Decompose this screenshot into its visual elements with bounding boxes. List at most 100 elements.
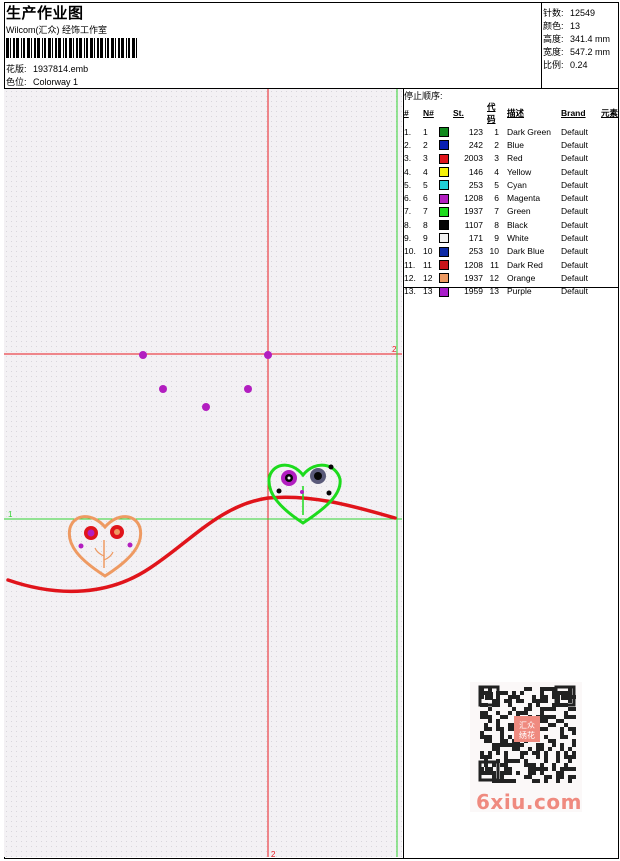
col-swatch-header	[439, 101, 453, 125]
row-index: 7.	[404, 206, 412, 217]
row-needle: 3	[423, 153, 428, 164]
row-index: 9.	[404, 233, 412, 244]
row-code: 9	[494, 233, 499, 244]
row-needle: 12	[423, 272, 433, 283]
table-row: 8. 8 1107 8 Black Default	[404, 218, 618, 231]
row-swatch	[439, 258, 453, 271]
row-swatch	[439, 178, 453, 191]
row-description: Blue	[507, 139, 525, 150]
row-description: Magenta	[507, 193, 541, 204]
row-code: 6	[494, 193, 499, 204]
row-stitches: 123	[468, 126, 483, 137]
row-code: 10	[489, 246, 499, 257]
floret-5	[202, 403, 210, 411]
row-brand: Default	[561, 153, 588, 164]
table-row: 2. 2 242 2 Blue Default	[404, 138, 618, 151]
row-description: Black	[507, 219, 528, 230]
row-index: 10.	[404, 246, 416, 257]
row-index: 8.	[404, 219, 412, 230]
row-code: 8	[494, 219, 499, 230]
color-swatch	[439, 233, 449, 244]
seal-text-top: 汇众	[519, 721, 535, 730]
row-description: Dark Red	[507, 259, 543, 270]
color-swatch	[439, 153, 449, 164]
row-stitches: 1208	[464, 193, 483, 204]
row-description: Dark Blue	[507, 246, 545, 257]
row-needle: 10	[423, 246, 433, 257]
row-index: 4.	[404, 166, 412, 177]
row-swatch	[439, 231, 453, 244]
color-swatch	[439, 127, 449, 138]
table-row: 1. 1 123 1 Dark Green Default	[404, 125, 618, 138]
row-code: 1	[494, 126, 499, 137]
color-swatch	[439, 286, 449, 297]
col-element-header: 元素	[601, 108, 619, 118]
floret-2	[264, 351, 272, 359]
row-needle: 9	[423, 233, 428, 244]
row-description: Green	[507, 206, 531, 217]
qr-code-icon: 汇众 绣花	[478, 685, 576, 783]
row-brand: Default	[561, 166, 588, 177]
color-swatch	[439, 140, 449, 151]
row-swatch	[439, 191, 453, 204]
orange-heart-motif	[67, 515, 143, 578]
row-description: Dark Green	[507, 126, 551, 137]
row-stitches: 2003	[464, 153, 483, 164]
green-heart-motif	[267, 463, 342, 525]
row-brand: Default	[561, 179, 588, 190]
row-needle: 5	[423, 179, 428, 190]
row-index: 1.	[404, 126, 412, 137]
row-stitches: 1208	[464, 259, 483, 270]
row-description: Yellow	[507, 166, 532, 177]
row-stitches: 1937	[464, 206, 483, 217]
row-description: Red	[507, 153, 523, 164]
row-stitches: 253	[468, 246, 483, 257]
color-swatch	[439, 180, 449, 191]
row-swatch	[439, 165, 453, 178]
stop-sequence-table: # N# St. 代码 描述 Brand 元素 1. 1 1 2 3 1 Dark Gree…	[404, 101, 618, 298]
color-swatch	[439, 206, 449, 217]
row-index: 11.	[404, 259, 416, 270]
guide-mark-left: 1	[8, 510, 13, 519]
table-row: 4. 4 146 4 Yellow Default	[404, 165, 618, 178]
color-swatch	[439, 166, 449, 177]
row-index: 12.	[404, 272, 416, 283]
row-swatch	[439, 218, 453, 231]
table-row: 11. 11 1208 11 Dark Red Default	[404, 258, 618, 271]
table-header-row: # N# St. 代码 描述 Brand 元素	[404, 101, 618, 125]
row-index: 2.	[404, 139, 412, 150]
table-bottom-rule	[403, 287, 619, 288]
color-swatch	[439, 259, 449, 270]
table-row: 6. 6 1208 6 Magenta Default	[404, 191, 618, 204]
guide-mark-top: 2	[392, 345, 397, 354]
row-stitches: 242	[468, 139, 483, 150]
row-code: 7	[494, 206, 499, 217]
row-brand: Default	[561, 206, 588, 217]
table-row: 7. 7 1937 7 Green Default	[404, 205, 618, 218]
guide-mark-bottom: 2	[271, 850, 276, 859]
col-brand-header: Brand	[561, 108, 586, 118]
row-code: 11	[490, 259, 499, 270]
table-row: 5. 5 253 5 Cyan Default	[404, 178, 618, 191]
row-stitches: 253	[468, 179, 483, 190]
row-swatch	[439, 152, 453, 165]
row-code: 5	[494, 179, 499, 190]
floret-4	[244, 385, 252, 393]
row-index: 6.	[404, 193, 412, 204]
col-description-header: 描述	[507, 108, 525, 118]
color-swatch	[439, 220, 449, 231]
row-brand: Default	[561, 272, 588, 283]
color-swatch	[439, 193, 449, 204]
row-code: 2	[494, 139, 499, 150]
row-swatch	[439, 245, 453, 258]
row-needle: 2	[423, 139, 428, 150]
table-row: 3. 3 2003 3 Red Default	[404, 152, 618, 165]
row-stitches: 1937	[464, 272, 483, 283]
row-brand: Default	[561, 139, 588, 150]
table-row: 9. 9 171 9 White Default	[404, 231, 618, 244]
col-index-header: #	[404, 108, 409, 118]
row-needle: 7	[423, 206, 428, 217]
row-code: 3	[494, 153, 499, 164]
row-description: Cyan	[507, 179, 527, 190]
floret-3	[159, 385, 167, 393]
